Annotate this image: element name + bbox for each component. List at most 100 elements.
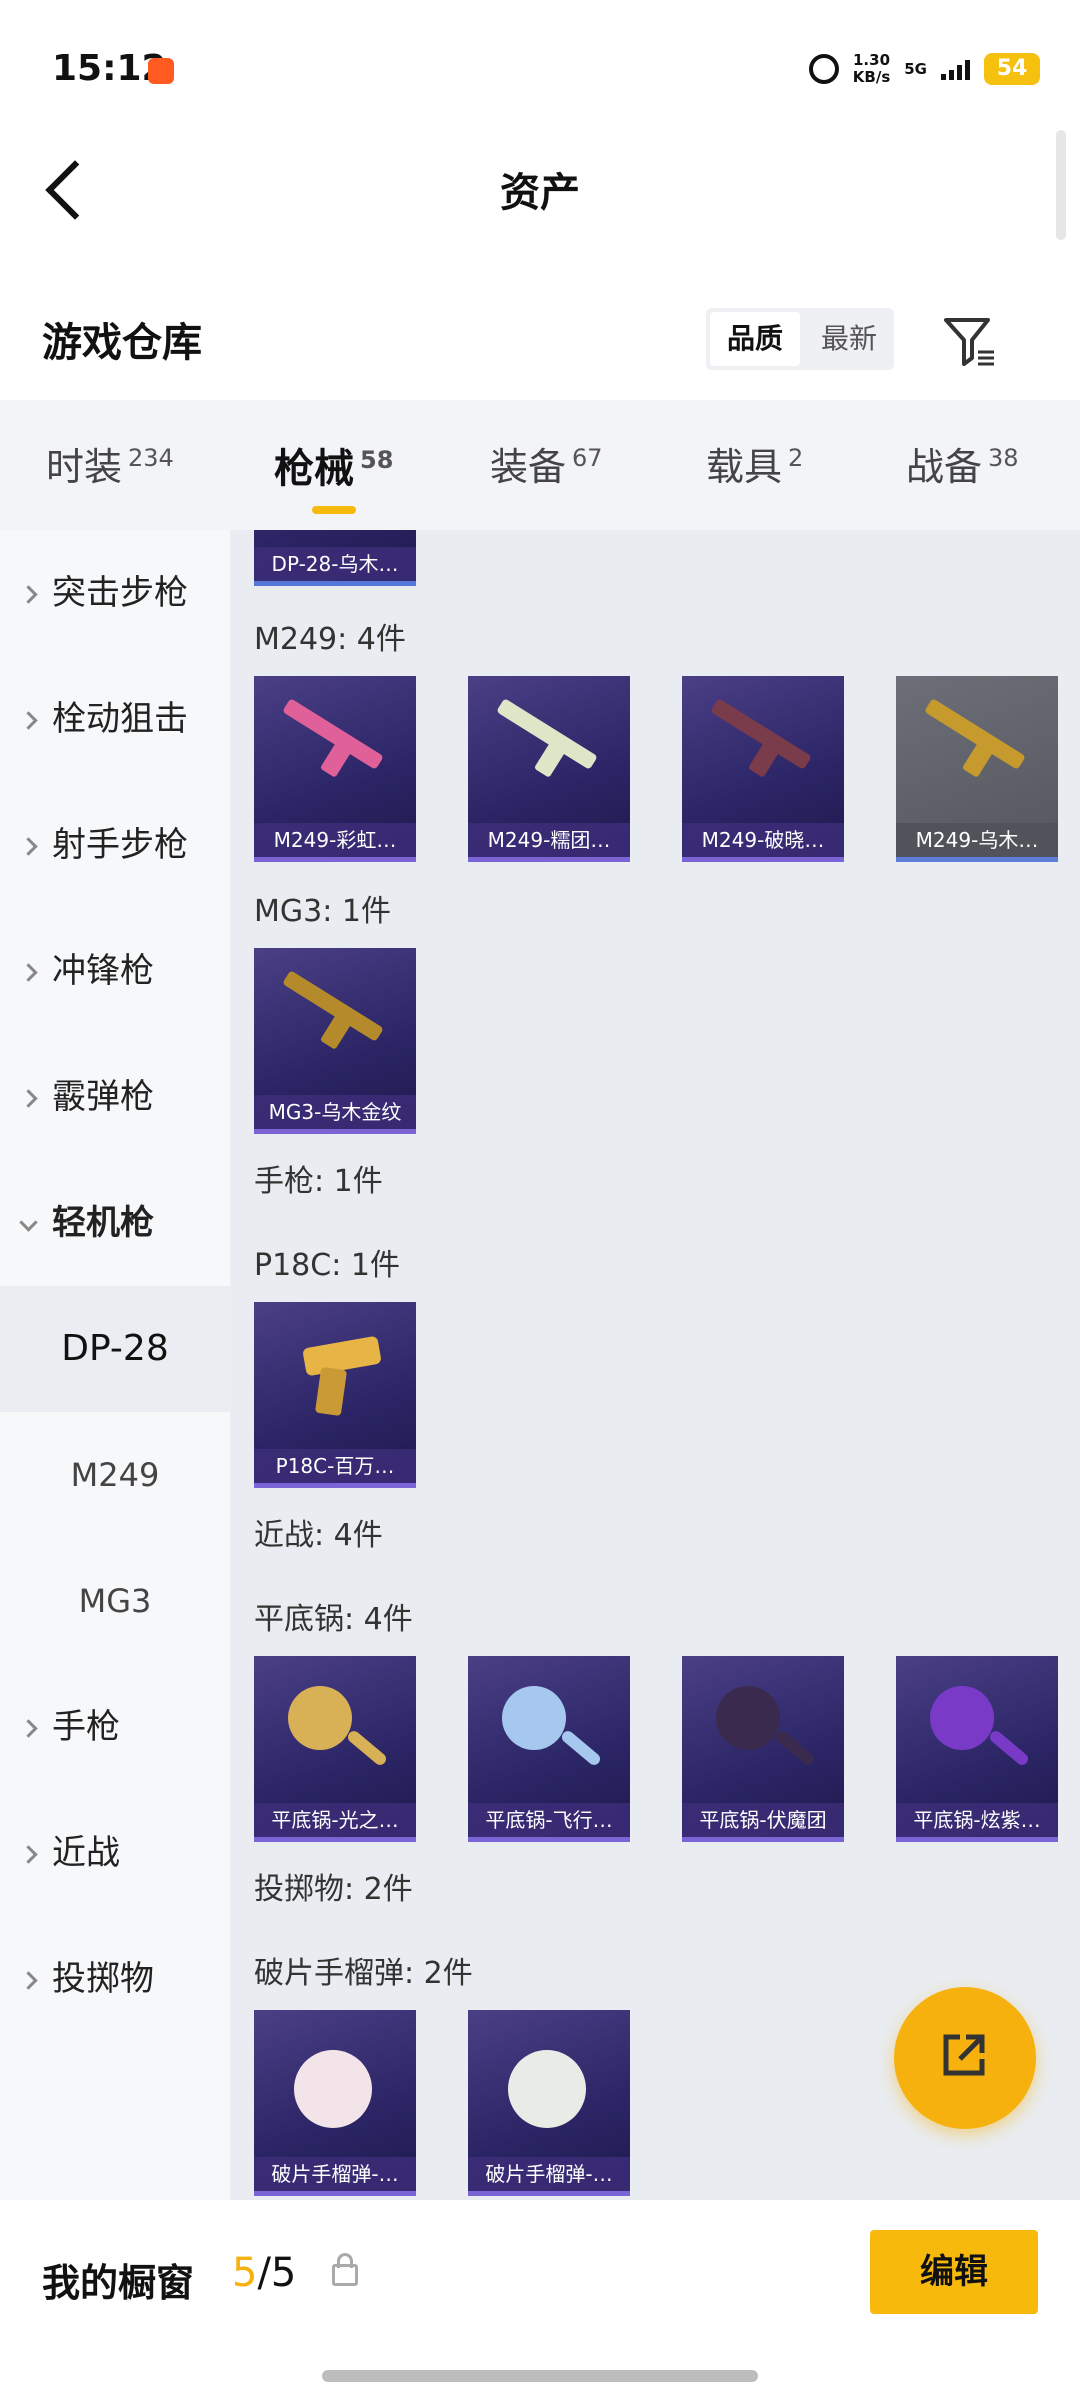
sidebar-item-label: DP-28 <box>61 1328 169 1369</box>
network-speed-unit: KB/s <box>852 68 891 86</box>
item-card[interactable]: 平底锅-飞行… <box>468 1656 630 1842</box>
item-name: M249-彩虹… <box>254 823 416 857</box>
item-card[interactable]: 平底锅-炫紫… <box>896 1656 1058 1842</box>
sort-newest-button[interactable]: 最新 <box>804 308 894 370</box>
chevron-right-icon <box>19 711 38 730</box>
sidebar-item-mg3[interactable]: MG3 <box>0 1538 230 1664</box>
section-title: 破片手榴弹: 2件 <box>254 1956 473 1991</box>
item-name: MG3-乌木金纹 <box>254 1095 416 1129</box>
sort-toggle: 品质 最新 <box>706 308 894 370</box>
sidebar-item-m249[interactable]: M249 <box>0 1412 230 1538</box>
top-bar: 资产 <box>0 130 1080 250</box>
item-name: 破片手榴弹-… <box>468 2157 630 2191</box>
section-title: 平底锅: 4件 <box>254 1602 413 1637</box>
sort-quality-button[interactable]: 品质 <box>710 312 800 366</box>
tab-supplies[interactable]: 战备 38 <box>906 436 1019 491</box>
sidebar-item-dp28[interactable]: DP-28 <box>0 1286 230 1412</box>
sidebar-item-label: 轻机枪 <box>52 1203 154 1243</box>
item-name: DP-28-乌木… <box>254 547 416 581</box>
item-card[interactable]: P18C-百万… <box>254 1302 416 1488</box>
item-name: 平底锅-炫紫… <box>896 1803 1058 1837</box>
scroll-indicator <box>1056 130 1066 240</box>
item-name: 平底锅-飞行… <box>468 1803 630 1837</box>
share-button[interactable] <box>894 1987 1036 2129</box>
category-tabs: 时装 234 枪械 58 装备 67 载具 2 战备 38 <box>0 400 1080 530</box>
sidebar-item-label: 近战 <box>52 1833 120 1873</box>
tab-label: 载具 <box>706 445 783 489</box>
sidebar-item-throwables[interactable]: 投掷物 <box>0 1916 230 2042</box>
tab-equipment[interactable]: 装备 67 <box>490 436 603 491</box>
weapon-icon <box>282 970 384 1042</box>
tab-fashion[interactable]: 时装 234 <box>46 436 174 491</box>
item-card[interactable]: M249-糯团… <box>468 676 630 862</box>
pan-icon <box>930 1686 994 1750</box>
chevron-right-icon <box>19 1719 38 1738</box>
item-card[interactable]: 平底锅-伏魔团 <box>682 1656 844 1842</box>
sidebar-item-marksman-rifle[interactable]: 射手步枪 <box>0 782 230 908</box>
sidebar-item-label: 栓动狙击 <box>52 699 188 739</box>
status-icons: 1.30 KB/s 5G 54 <box>808 52 1040 86</box>
network-speed-value: 1.30 <box>853 51 891 69</box>
sidebar-item-label: M249 <box>70 1456 160 1494</box>
pan-icon <box>502 1686 566 1750</box>
lock-icon <box>332 2253 358 2286</box>
share-icon <box>943 2034 985 2076</box>
home-indicator[interactable] <box>322 2370 758 2382</box>
item-card[interactable]: 破片手榴弹-… <box>254 2010 416 2196</box>
weapon-icon <box>924 698 1026 770</box>
section-title: 手枪: 1件 <box>254 1164 383 1199</box>
item-card[interactable]: M249-乌木… <box>896 676 1058 862</box>
weapon-icon <box>496 698 598 770</box>
warehouse-header: 游戏仓库 品质 最新 <box>0 280 1080 400</box>
chevron-right-icon <box>19 1971 38 1990</box>
showcase-current: 5 <box>232 2250 258 2296</box>
filter-icon[interactable] <box>942 314 996 368</box>
page-title: 资产 <box>500 170 580 216</box>
sidebar-item-smg[interactable]: 冲锋枪 <box>0 908 230 1034</box>
item-card[interactable]: 破片手榴弹-… <box>468 2010 630 2196</box>
sidebar-item-lmg[interactable]: 轻机枪 <box>0 1160 230 1286</box>
section-title: M249: 4件 <box>254 622 406 657</box>
chevron-right-icon <box>19 837 38 856</box>
item-card[interactable]: 平底锅-光之… <box>254 1656 416 1842</box>
tab-label: 装备 <box>490 445 567 489</box>
tab-vehicles[interactable]: 载具 2 <box>706 436 803 491</box>
section-title: P18C: 1件 <box>254 1248 400 1283</box>
item-card[interactable]: DP-28-乌木… <box>254 530 416 586</box>
sidebar-item-melee[interactable]: 近战 <box>0 1790 230 1916</box>
tab-label: 枪械 <box>274 446 354 492</box>
item-name: 平底锅-伏魔团 <box>682 1803 844 1837</box>
grenade-icon <box>294 2050 372 2128</box>
network-speed: 1.30 KB/s <box>853 52 890 86</box>
item-name: M249-破晓… <box>682 823 844 857</box>
weapon-icon <box>282 698 384 770</box>
battery-icon: 54 <box>984 53 1040 85</box>
warehouse-heading: 游戏仓库 <box>42 320 202 366</box>
sidebar-item-pistol[interactable]: 手枪 <box>0 1664 230 1790</box>
sidebar-item-label: 冲锋枪 <box>52 951 154 991</box>
item-card[interactable]: M249-破晓… <box>682 676 844 862</box>
showcase-count: 5/5 <box>232 2250 296 2296</box>
weapon-icon <box>710 698 812 770</box>
tab-count: 234 <box>128 444 174 473</box>
tab-guns[interactable]: 枪械 58 <box>274 436 394 514</box>
sidebar-item-assault-rifle[interactable]: 突击步枪 <box>0 530 230 656</box>
tab-count: 58 <box>360 445 394 474</box>
item-name: 破片手榴弹-… <box>254 2157 416 2191</box>
sidebar-item-label: 霰弹枪 <box>52 1077 154 1117</box>
sidebar-item-bolt-sniper[interactable]: 栓动狙击 <box>0 656 230 782</box>
showcase-label: 我的橱窗 <box>42 2261 195 2305</box>
item-card[interactable]: M249-彩虹… <box>254 676 416 862</box>
sidebar-item-label: 突击步枪 <box>52 573 188 613</box>
item-card[interactable]: MG3-乌木金纹 <box>254 948 416 1134</box>
sidebar: 突击步枪 栓动狙击 射手步枪 冲锋枪 霰弹枪 轻机枪 DP-28 M249 MG… <box>0 530 230 2200</box>
chevron-right-icon <box>19 585 38 604</box>
edit-button[interactable]: 编辑 <box>870 2230 1038 2314</box>
chevron-right-icon <box>19 1845 38 1864</box>
grenade-icon <box>508 2050 586 2128</box>
sidebar-item-label: 手枪 <box>52 1707 120 1747</box>
pan-icon <box>716 1686 780 1750</box>
sidebar-item-label: 射手步枪 <box>52 825 188 865</box>
sidebar-item-shotgun[interactable]: 霰弹枪 <box>0 1034 230 1160</box>
pistol-icon <box>302 1335 382 1377</box>
